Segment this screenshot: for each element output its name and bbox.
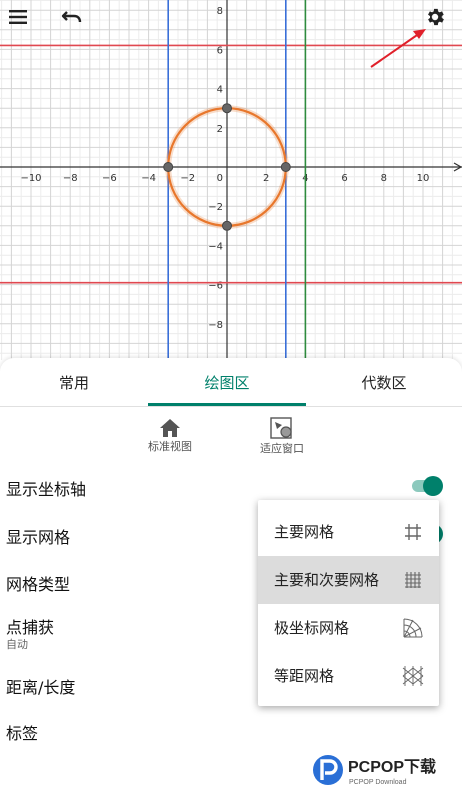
arrow-shaft xyxy=(370,32,421,68)
y-tick-label: 6 xyxy=(217,45,223,56)
point xyxy=(222,220,232,231)
x-tick-label: 6 xyxy=(341,173,347,184)
x-tick-label: 8 xyxy=(381,173,387,184)
fit-window-button[interactable]: 适应窗口 xyxy=(250,416,314,456)
y-tick-label: 2 xyxy=(217,124,223,135)
standard-view-button[interactable]: 标准视图 xyxy=(140,418,200,454)
gear-icon[interactable] xyxy=(422,4,448,30)
menu-item-isometric-grid[interactable]: 等距网格 xyxy=(258,652,439,700)
major-minor-grid-icon xyxy=(405,572,421,588)
annotation-arrow xyxy=(370,29,426,68)
fit-window-icon xyxy=(270,417,292,439)
isometric-grid-icon xyxy=(402,666,424,686)
y-tick-label: −2 xyxy=(208,202,223,213)
pcpop-watermark: PCPOP下载 PCPOP Download xyxy=(313,755,436,786)
y-tick-label: 4 xyxy=(217,85,223,96)
hamburger-menu-icon[interactable] xyxy=(6,6,30,28)
watermark-brand: PCPOP下载 xyxy=(348,758,436,776)
horizontal-lines[interactable] xyxy=(0,44,462,284)
y-tick-label: −4 xyxy=(208,241,223,252)
point-capture-value: 自动 xyxy=(6,638,28,651)
standard-view-label: 标准视图 xyxy=(148,440,192,453)
menu-item-label: 主要和次要网格 xyxy=(274,571,380,589)
pcpop-logo-icon xyxy=(313,755,343,785)
point xyxy=(163,162,174,172)
origin-label: 0 xyxy=(217,173,223,184)
distance-length-label[interactable]: 距离/长度 xyxy=(6,674,75,698)
tab-graphics[interactable]: 绘图区 xyxy=(148,358,306,406)
polar-grid-icon xyxy=(403,618,423,638)
home-icon xyxy=(160,419,180,437)
point xyxy=(222,103,232,114)
grid-type-menu: 主要网格 主要和次要网格 极坐标网格 等距网格 xyxy=(258,500,439,706)
x-tick-label: −10 xyxy=(20,173,41,184)
menu-item-major-grid[interactable]: 主要网格 xyxy=(258,508,439,556)
graphics-view[interactable]: −10−8−6−4−22468100 8642−2−4−6−8 xyxy=(0,0,462,360)
active-tab-indicator xyxy=(148,403,306,406)
menu-item-major-minor-grid[interactable]: 主要和次要网格 xyxy=(258,556,439,604)
show-axes-toggle[interactable] xyxy=(410,474,446,498)
x-axis-tick-labels: −10−8−6−4−22468100 xyxy=(20,173,429,184)
x-tick-label: 10 xyxy=(417,173,430,184)
tab-algebra[interactable]: 代数区 xyxy=(306,358,462,406)
undo-icon[interactable] xyxy=(60,6,84,28)
menu-item-label: 等距网格 xyxy=(274,667,335,685)
x-tick-label: −8 xyxy=(63,173,78,184)
fit-window-label: 适应窗口 xyxy=(260,442,304,455)
point-capture-label[interactable]: 点捕获 xyxy=(6,614,54,638)
y-tick-label: −8 xyxy=(208,320,223,331)
labels-setting-label[interactable]: 标签 xyxy=(6,720,38,744)
show-axes-label: 显示坐标轴 xyxy=(6,480,87,499)
grid-type-label[interactable]: 网格类型 xyxy=(6,571,70,595)
x-tick-label: −4 xyxy=(141,173,156,184)
x-tick-label: −2 xyxy=(180,173,195,184)
menu-item-polar-grid[interactable]: 极坐标网格 xyxy=(258,604,439,652)
x-tick-label: −6 xyxy=(102,173,117,184)
show-grid-label: 显示网格 xyxy=(6,528,71,547)
menu-item-label: 主要网格 xyxy=(274,523,335,541)
y-tick-label: 8 xyxy=(217,6,223,17)
x-tick-label: 2 xyxy=(263,173,269,184)
major-grid-icon xyxy=(405,524,421,540)
point xyxy=(280,162,291,172)
menu-item-label: 极坐标网格 xyxy=(274,619,350,637)
tab-bar: 常用 绘图区 代数区 xyxy=(0,358,462,407)
watermark-subtitle: PCPOP Download xyxy=(349,779,407,786)
tab-common[interactable]: 常用 xyxy=(0,358,148,406)
